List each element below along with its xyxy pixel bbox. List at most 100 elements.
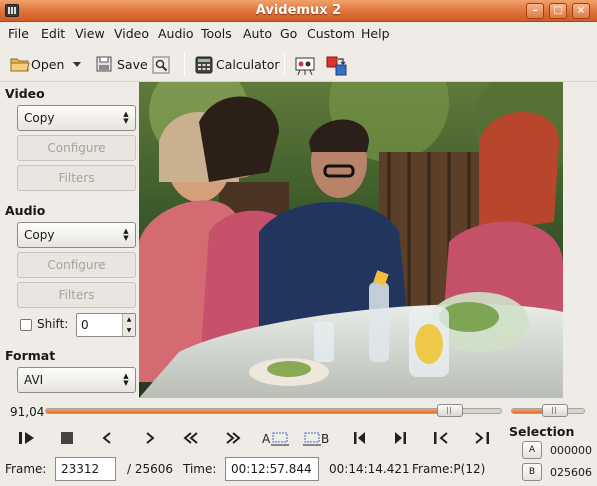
minimize-button[interactable]: – [526,3,544,19]
menu-auto[interactable]: Auto [243,26,272,41]
goto-end-button[interactable] [471,428,493,448]
calculator-label: Calculator [216,56,280,72]
menu-view[interactable]: View [75,26,105,41]
video-codec-select[interactable]: Copy ▲ ▼ [17,105,136,131]
chevron-left-icon [102,432,111,444]
folder-icon [10,56,30,72]
last-frame-icon [475,432,489,444]
svg-text:A: A [262,432,271,446]
output-button[interactable] [326,52,347,76]
play-button[interactable] [16,428,38,448]
next-frame-button[interactable] [139,428,161,448]
spin-arrows-icon[interactable]: ▲ ▼ [122,314,135,336]
status-row: Frame: 23312 / 25606 Time: 00:12:57.844 … [0,456,597,484]
menu-go[interactable]: Go [280,26,297,41]
video-preview[interactable] [139,82,563,398]
spin-arrows-icon: ▲ ▼ [123,372,129,387]
right-panel [563,82,597,398]
menu-bar: File Edit View Video Audio Tools Auto Go… [0,22,597,44]
preview-icon [295,56,315,76]
frame-label: Frame: [5,462,47,476]
open-label: Open [31,56,65,72]
menu-edit[interactable]: Edit [41,26,65,41]
menu-video[interactable]: Video [114,26,149,41]
play-icon [19,432,34,444]
shift-checkbox[interactable] [20,319,32,331]
previous-frame-button[interactable] [96,428,118,448]
open-dropdown-arrow[interactable] [72,52,82,76]
spin-arrows-icon: ▲ ▼ [123,110,129,125]
maximize-button[interactable]: □ [549,3,567,19]
chevron-right-icon [146,432,155,444]
format-value: AVI [24,373,44,387]
menu-custom[interactable]: Custom [307,26,355,41]
seek-slider[interactable] [45,408,502,414]
audio-codec-value: Copy [24,228,55,242]
audio-configure-button[interactable]: Configure [17,252,136,278]
set-marker-b-button[interactable]: B [303,428,331,448]
video-codec-value: Copy [24,111,55,125]
video-configure-button[interactable]: Configure [17,135,136,161]
skip-to-end-icon [395,432,406,444]
format-section-label: Format [5,348,56,363]
goto-marker-b-button[interactable] [389,428,411,448]
video-section-label: Video [5,86,45,101]
menu-tools[interactable]: Tools [201,26,232,41]
seek-position-label: 91,04 [10,405,45,419]
save-label: Save [117,56,148,72]
previous-keyframe-button[interactable] [180,428,202,448]
marker-a-icon: A [262,432,289,446]
stop-icon [61,432,73,444]
seek-row: 91,04 [0,400,597,422]
frame-type: Frame:P(12) [412,462,486,476]
properties-icon [152,56,170,74]
toolbar-separator [284,52,285,76]
audio-filters-button[interactable]: Filters [17,282,136,308]
save-button[interactable]: Save [96,52,148,76]
spin-arrows-icon: ▲ ▼ [123,227,129,242]
format-select[interactable]: AVI ▲ ▼ [17,367,136,393]
left-panel: Video Copy ▲ ▼ Configure Filters Audio Co… [0,82,139,398]
calculator-icon [195,56,213,74]
audio-codec-select[interactable]: Copy ▲ ▼ [17,222,136,248]
close-button[interactable]: × [572,3,590,19]
output-icon [326,56,347,76]
menu-audio[interactable]: Audio [158,26,194,41]
menu-file[interactable]: File [8,26,29,41]
save-icon [96,56,114,72]
calculator-button[interactable]: Calculator [195,52,279,76]
skip-to-start-icon [354,432,365,444]
playback-controls: A B [0,422,597,454]
marker-b-icon: B [303,432,329,446]
stop-button[interactable] [56,428,78,448]
shift-spinbox[interactable]: 0 ▲ ▼ [76,313,136,337]
goto-start-button[interactable] [430,428,452,448]
audio-section-label: Audio [5,203,46,218]
next-keyframe-button[interactable] [222,428,244,448]
window-title: Avidemux 2 [255,3,342,18]
chevron-down-icon [73,62,81,67]
shift-value: 0 [81,318,89,332]
volume-slider-thumb[interactable] [542,404,568,417]
menu-help[interactable]: Help [361,26,390,41]
set-marker-a-button[interactable]: A [262,428,290,448]
double-chevron-left-icon [183,432,198,444]
video-filters-button[interactable]: Filters [17,165,136,191]
total-time: 00:14:14.421 [329,462,410,476]
open-button[interactable]: Open [10,52,64,76]
total-frames: / 25606 [127,462,174,476]
shift-label: Shift: [37,317,69,331]
title-bar: Avidemux 2 – □ × [0,0,597,22]
svg-text:B: B [321,432,329,446]
preview-button[interactable] [295,52,316,76]
toolbar: Open Save Calculator [0,44,597,82]
seek-slider-thumb[interactable] [437,404,463,417]
double-chevron-right-icon [226,432,241,444]
goto-marker-a-button[interactable] [349,428,371,448]
properties-button[interactable] [152,52,173,76]
first-frame-icon [434,432,448,444]
toolbar-separator [184,52,185,76]
frame-field[interactable]: 23312 [55,457,116,481]
time-field[interactable]: 00:12:57.844 [225,457,319,481]
video-frame-image [139,82,563,398]
